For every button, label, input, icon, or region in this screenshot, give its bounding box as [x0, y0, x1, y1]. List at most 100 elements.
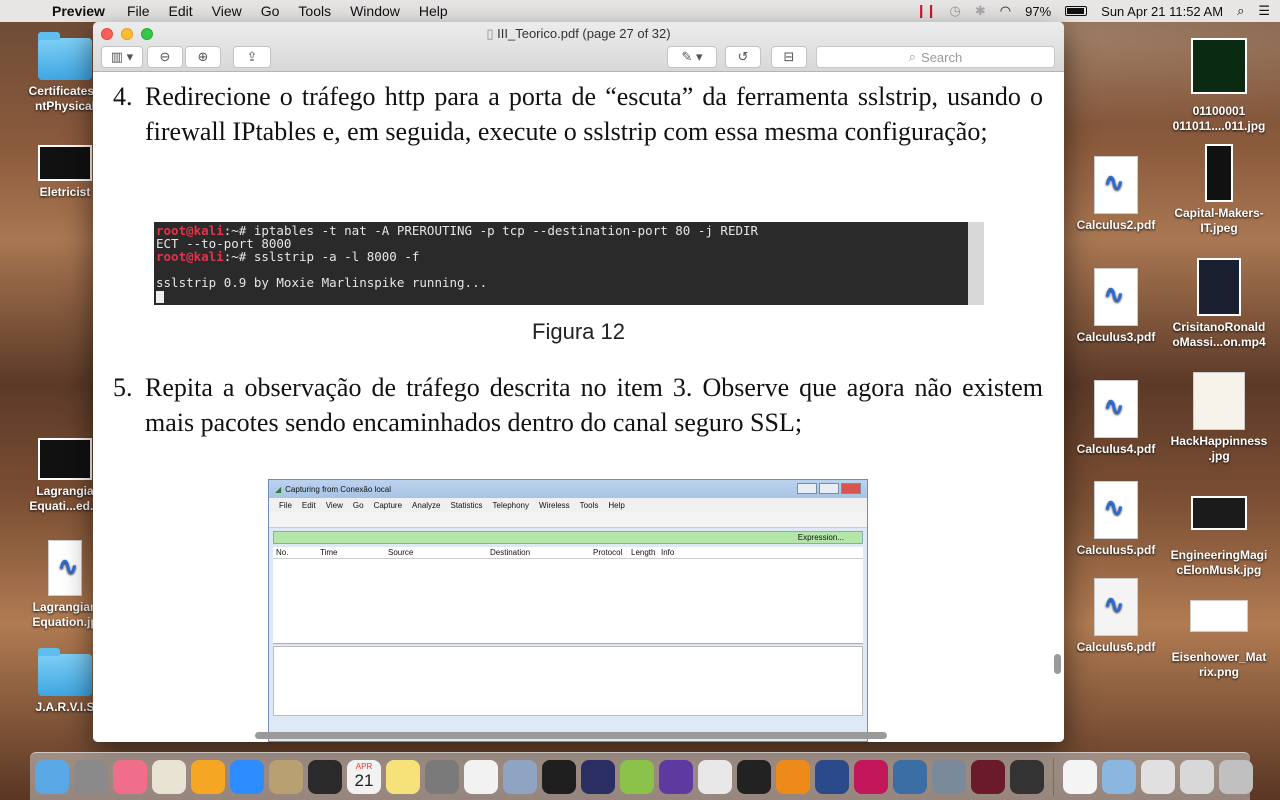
screen-recorder-icon[interactable]: [854, 759, 888, 794]
toolbox-button[interactable]: ⊟: [771, 46, 807, 68]
eclipse-icon[interactable]: [581, 759, 615, 794]
battery-percent[interactable]: 97%: [1025, 4, 1051, 19]
terminal-line: :~# sslstrip -a -l 8000 -f: [223, 249, 420, 264]
window-toolbar: ▯ III_Teorico.pdf (page 27 of 32) ▥ ▾ ⊖ …: [93, 22, 1064, 72]
activity-monitor-icon[interactable]: [308, 759, 342, 794]
menu-go[interactable]: Go: [261, 3, 280, 19]
ws-col-no: No.: [276, 548, 289, 557]
share-button[interactable]: ⇪: [233, 46, 271, 68]
terminal-window-icon[interactable]: [1010, 759, 1044, 794]
time-machine-icon[interactable]: ◷: [950, 3, 961, 19]
calendar-month: APR: [355, 761, 373, 771]
itunes-icon[interactable]: [113, 759, 147, 794]
tor-browser-icon[interactable]: [659, 759, 693, 794]
document-thumbnail-icon: [48, 540, 82, 596]
markup-button[interactable]: ✎ ▾: [667, 46, 717, 68]
ws-menu-item: Analyze: [412, 500, 441, 510]
virtualbox-icon[interactable]: [815, 759, 849, 794]
pdf-thumbnail-icon: [1094, 578, 1138, 636]
sublime-text-icon[interactable]: [776, 759, 810, 794]
notes-icon[interactable]: [386, 759, 420, 794]
list-item-text: Redirecione o tráfego http para a porta …: [145, 82, 1043, 146]
menu-view[interactable]: View: [212, 3, 242, 19]
battery-icon[interactable]: [1065, 6, 1088, 16]
wireshark-title: Capturing from Conexão local: [285, 484, 391, 494]
menu-edit[interactable]: Edit: [169, 3, 193, 19]
folder-icon: [38, 32, 92, 80]
desktop-icon-calculus2[interactable]: Calculus2.pdf: [1061, 156, 1171, 233]
rotate-button[interactable]: ↺: [725, 46, 761, 68]
wireshark-screenshot: ◢ Capturing from Conexão local File Edit…: [268, 479, 868, 742]
system-preferences-icon[interactable]: [74, 759, 108, 794]
pdf-page[interactable]: 4. Redirecione o tráfego http para a por…: [93, 73, 1064, 742]
intellij-icon[interactable]: [542, 759, 576, 794]
desktop-icon-eisenhower[interactable]: Eisenhower_Mat rix.png: [1164, 600, 1274, 680]
pdf-thumbnail-icon: [1094, 156, 1138, 214]
clock[interactable]: Sun Apr 21 11:52 AM: [1101, 4, 1223, 19]
video-app-icon[interactable]: [971, 759, 1005, 794]
wireshark-window-buttons: [797, 483, 861, 494]
menu-tools[interactable]: Tools: [298, 3, 331, 19]
notification-center-icon[interactable]: ☰: [1258, 3, 1270, 19]
recording-indicator-icon[interactable]: ❙❙: [916, 3, 937, 19]
calendar-icon[interactable]: APR 21: [347, 759, 381, 794]
finder-icon[interactable]: [35, 759, 69, 794]
calculator-icon[interactable]: [425, 759, 459, 794]
zoom-icon[interactable]: [230, 759, 264, 794]
vertical-scrollbar[interactable]: [1054, 654, 1061, 674]
photos-icon[interactable]: [191, 759, 225, 794]
desktop-icon-label: Calculus3.pdf: [1076, 330, 1156, 344]
menu-help[interactable]: Help: [419, 3, 448, 19]
menu-window[interactable]: Window: [350, 3, 400, 19]
horizontal-scrollbar[interactable]: [255, 732, 887, 739]
spotlight-search-icon[interactable]: ⌕: [1237, 3, 1244, 19]
zoom-out-button[interactable]: ⊖: [147, 46, 183, 68]
document-icon[interactable]: [1063, 759, 1097, 794]
desktop-icon-label: HackHappinness .jpg: [1170, 434, 1268, 463]
desktop-icon-hack-happiness[interactable]: HackHappinness .jpg: [1164, 372, 1274, 464]
applications-folder-icon[interactable]: [1102, 759, 1136, 794]
desktop-icon-binary-jpg[interactable]: 01100001 011011....011.jpg: [1164, 38, 1274, 134]
sidebar-toggle-button[interactable]: ▥ ▾: [101, 46, 143, 68]
ws-col-length: Length: [631, 548, 656, 557]
desktop-icon-calculus5[interactable]: Calculus5.pdf: [1061, 481, 1171, 558]
desktop-icon-engineering-magic[interactable]: EngineeringMagi cElonMusk.jpg: [1164, 496, 1274, 578]
pdf-document-icon: ▯: [486, 26, 494, 41]
wifi-icon[interactable]: ◠: [1000, 3, 1011, 19]
desktop-icon-label: Calculus2.pdf: [1076, 218, 1156, 232]
wireshark-menubar: File Edit View Go Capture Analyze Statis…: [269, 498, 867, 512]
bluetooth-icon[interactable]: ✱: [975, 3, 986, 19]
search-field[interactable]: ⌕ Search: [816, 46, 1055, 68]
screenshot-file-icon[interactable]: [1141, 759, 1175, 794]
ws-col-protocol: Protocol: [593, 548, 623, 557]
rocket-icon[interactable]: [503, 759, 537, 794]
zoom-in-button[interactable]: ⊕: [185, 46, 221, 68]
desktop-icon-calculus3[interactable]: Calculus3.pdf: [1061, 268, 1171, 345]
terminal-icon[interactable]: [737, 759, 771, 794]
desktop-icon-calculus4[interactable]: Calculus4.pdf: [1061, 380, 1171, 457]
image-thumbnail-icon: [1205, 144, 1233, 202]
remote-desktop-icon[interactable]: [893, 759, 927, 794]
menu-file[interactable]: File: [127, 3, 150, 19]
ws-menu-item: Help: [608, 500, 625, 510]
reminders-icon[interactable]: [464, 759, 498, 794]
trash-icon[interactable]: [1219, 759, 1253, 794]
desktop-icon-calculus6[interactable]: Calculus6.pdf: [1061, 578, 1171, 655]
wireshark-toolbar: [269, 512, 867, 528]
android-studio-icon[interactable]: [620, 759, 654, 794]
preview-app-icon[interactable]: [152, 759, 186, 794]
desktop-icon-label: Capital-Makers-IT.jpeg: [1174, 206, 1264, 235]
image-thumbnail-icon: [1190, 600, 1248, 632]
launchpad-icon[interactable]: [269, 759, 303, 794]
wireshark-display-filter: Expression...: [273, 531, 863, 544]
desktop-icon-cristiano-mp4[interactable]: CrisitanoRonald oMassi...on.mp4: [1164, 258, 1274, 350]
screenshot-file-icon-2[interactable]: [1180, 759, 1214, 794]
chrome-icon[interactable]: [698, 759, 732, 794]
ws-menu-item: Statistics: [450, 500, 483, 510]
list-number: 4.: [113, 82, 133, 111]
image-capture-icon[interactable]: [932, 759, 966, 794]
desktop-icon-capital-makers[interactable]: Capital-Makers-IT.jpeg: [1164, 144, 1274, 236]
ws-col-time: Time: [320, 548, 338, 557]
desktop-icon-label: 01100001 011011....011.jpg: [1172, 104, 1266, 133]
app-menu-preview[interactable]: Preview: [52, 3, 105, 19]
